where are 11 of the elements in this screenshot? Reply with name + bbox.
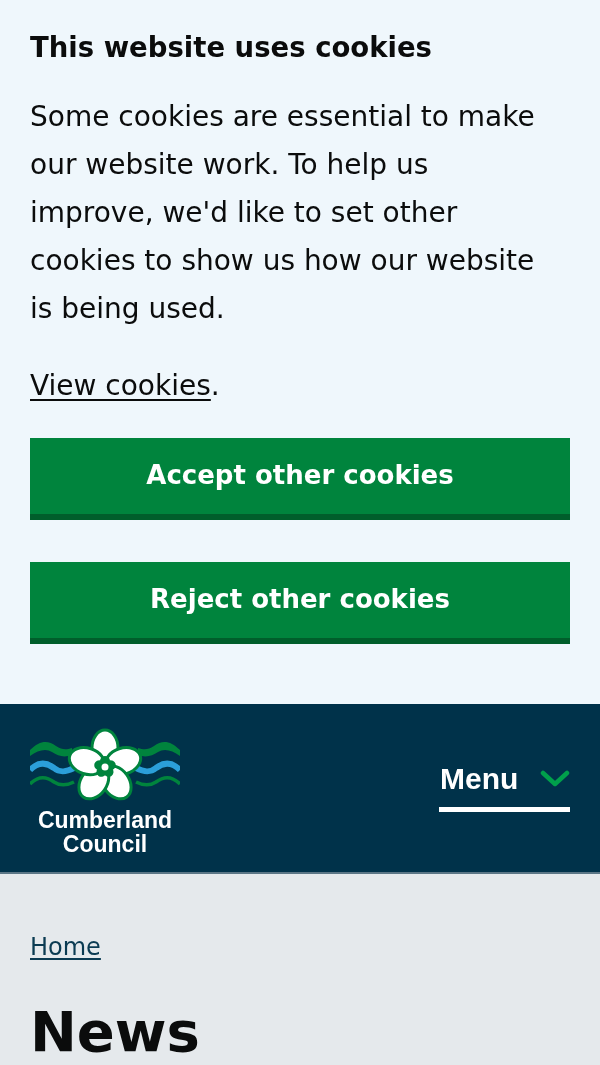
page-title: News [30, 1001, 200, 1063]
view-cookies-link[interactable]: View cookies [30, 369, 211, 402]
menu-button[interactable]: Menu [439, 758, 570, 812]
view-cookies-sentence: View cookies. [30, 368, 221, 404]
cookie-choice-button[interactable]: Accept other cookies [30, 438, 570, 520]
logo-text: Cumberland Council [36, 808, 174, 856]
breadcrumb-link[interactable]: Home [30, 931, 101, 963]
council-logo[interactable]: Cumberland Council [30, 728, 180, 856]
banner-title: This website uses cookies [30, 30, 433, 64]
cookie-choice-button[interactable]: Reject other cookies [30, 562, 570, 644]
cookie-message: Some cookies are essential to make our website work. To help us improve, we'd like to set other cookies to show us how our website is being used. [30, 99, 536, 327]
